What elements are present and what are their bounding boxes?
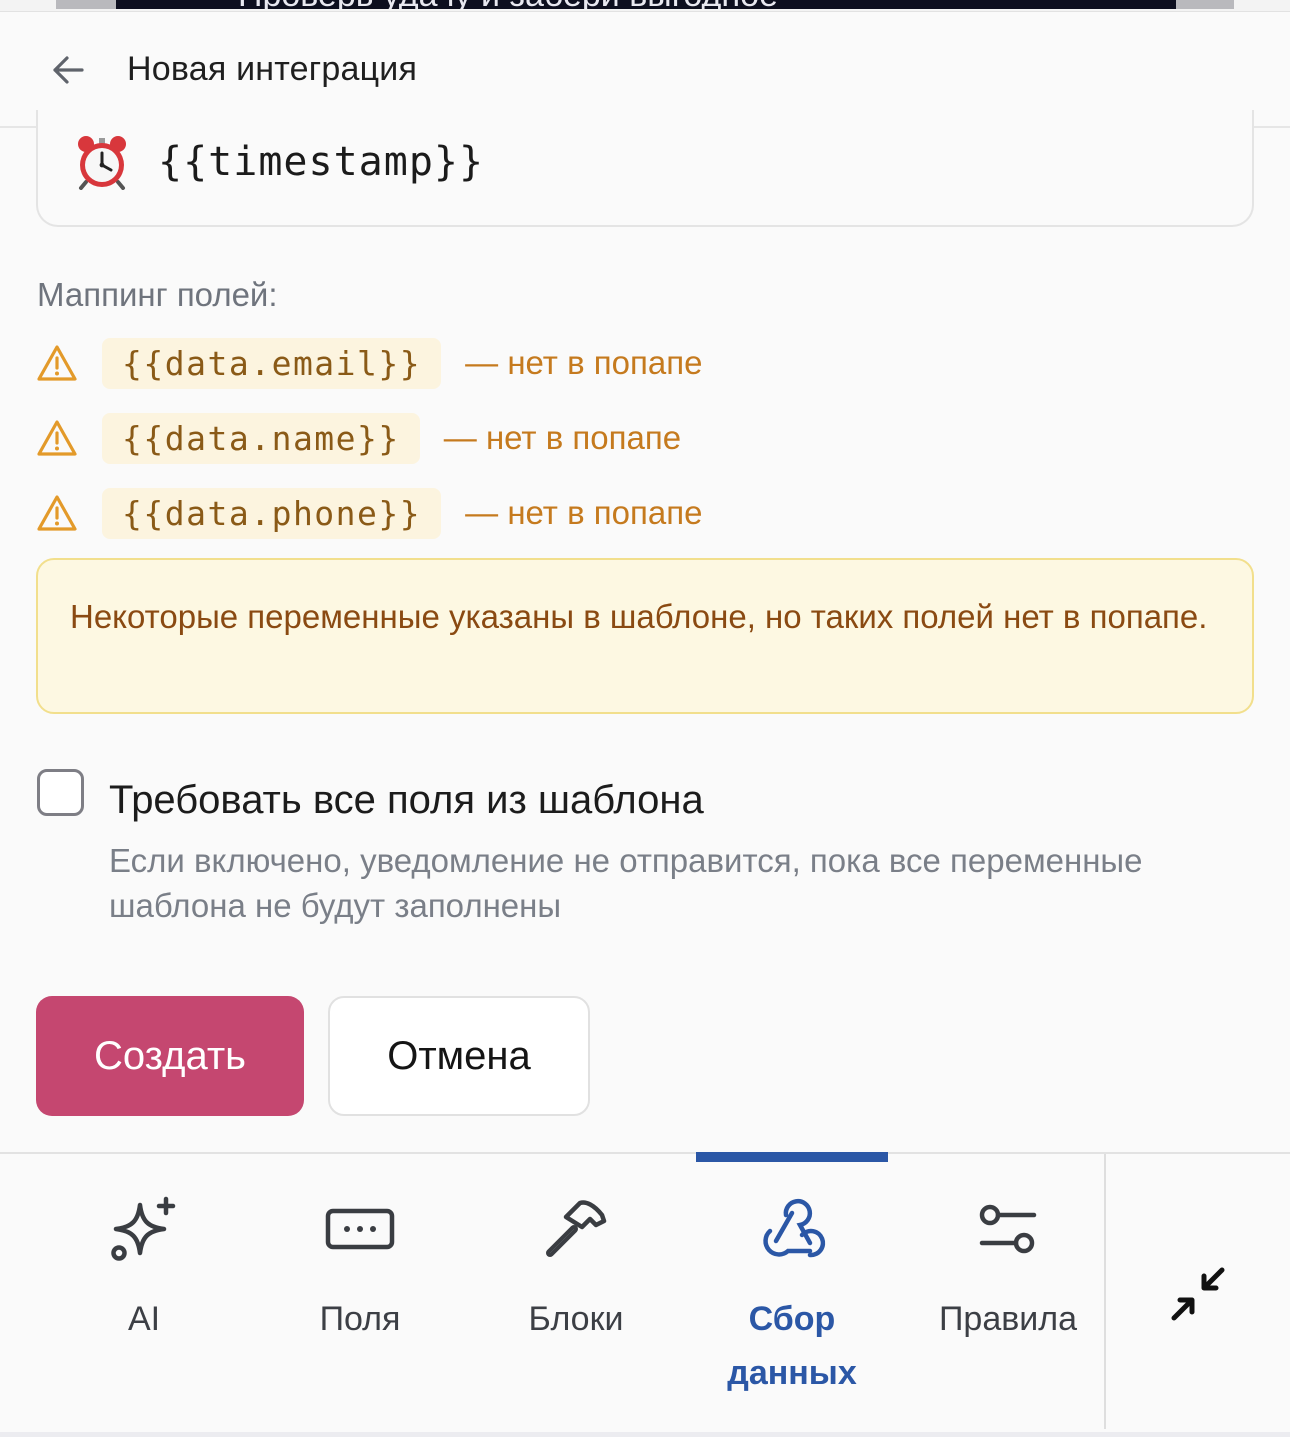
require-all-description: Если включено, уведомление не отправится… xyxy=(109,842,1143,924)
bottom-tab-bar: AI Поля Блоки Сбор данных Правила xyxy=(0,1152,1290,1437)
timestamp-variable: {{timestamp}} xyxy=(158,139,485,185)
create-button[interactable]: Создать xyxy=(36,996,304,1116)
webhook-icon xyxy=(763,1198,826,1258)
warning-icon xyxy=(36,418,78,458)
sliders-icon xyxy=(979,1204,1037,1254)
tab-ai[interactable]: AI xyxy=(36,1154,252,1424)
mapping-row: {{data.phone}} — нет в попапе xyxy=(36,485,702,541)
missing-note: — нет в попапе xyxy=(465,344,703,381)
input-field-icon xyxy=(325,1208,395,1250)
mapping-label: Маппинг полей: xyxy=(37,276,278,313)
hammer-icon xyxy=(546,1200,607,1257)
arrow-left-icon xyxy=(53,56,84,84)
cancel-button[interactable]: Отмена xyxy=(328,996,590,1116)
variable-chip: {{data.phone}} xyxy=(102,487,442,539)
sparkle-icon xyxy=(111,1196,176,1261)
tab-fields-label: Поля xyxy=(319,1300,401,1338)
back-button[interactable] xyxy=(48,50,88,90)
banner-text: Проверь удачу и забери выгодное xyxy=(238,0,778,9)
home-indicator-strip xyxy=(0,1432,1290,1437)
tab-blocks[interactable]: Блоки xyxy=(468,1154,684,1424)
mapping-row: {{data.name}} — нет в попапе xyxy=(36,410,681,466)
warning-alert: Некоторые переменные указаны в шаблоне, … xyxy=(36,558,1254,714)
variable-chip: {{data.email}} xyxy=(102,337,442,389)
active-tab-indicator xyxy=(696,1152,888,1162)
collapse-arrows-icon xyxy=(1171,1267,1225,1321)
top-banner: Проверь удачу и забери выгодное xyxy=(0,0,1290,12)
alarm-clock-icon xyxy=(78,136,126,190)
tab-data-collection-label: Сбор данных xyxy=(727,1300,857,1392)
tab-fields[interactable]: Поля xyxy=(252,1154,468,1424)
require-all-label[interactable]: Требовать все поля из шаблона xyxy=(109,778,704,823)
tab-data-collection[interactable]: Сбор данных xyxy=(696,1152,912,1424)
variable-chip: {{data.name}} xyxy=(102,412,420,464)
missing-note: — нет в попапе xyxy=(443,419,682,456)
collapse-button[interactable] xyxy=(1106,1154,1290,1424)
tab-blocks-label: Блоки xyxy=(528,1300,624,1338)
template-preview-card: {{timestamp}} xyxy=(36,110,1254,227)
warning-icon xyxy=(36,343,78,383)
tab-rules-label: Правила xyxy=(938,1300,1078,1338)
page-title: Новая интеграция xyxy=(127,50,418,88)
banner-content: Проверь удачу и забери выгодное xyxy=(116,0,1176,9)
warning-icon xyxy=(36,493,78,533)
tab-ai-label: AI xyxy=(127,1300,161,1338)
mapping-row: {{data.email}} — нет в попапе xyxy=(36,335,702,391)
require-all-checkbox[interactable] xyxy=(37,769,84,816)
missing-note: — нет в попапе xyxy=(465,494,703,531)
tab-rules[interactable]: Правила xyxy=(900,1154,1116,1424)
